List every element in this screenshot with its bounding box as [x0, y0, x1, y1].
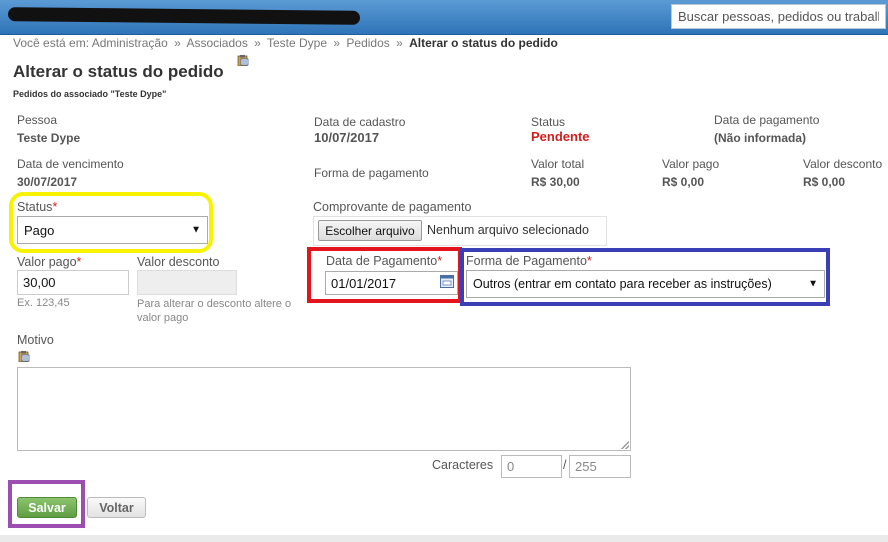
top-header-bar — [0, 0, 888, 35]
breadcrumb-link-pedidos[interactable]: Pedidos — [346, 36, 389, 50]
breadcrumb: Você está em: Administração » Associados… — [13, 36, 558, 50]
breadcrumb-separator: » — [174, 36, 181, 50]
resize-handle[interactable] — [621, 441, 629, 449]
page-subtitle: Pedidos do associado "Teste Dype" — [13, 89, 167, 99]
status-label: Status — [531, 115, 566, 129]
valor-total-value: R$ 30,00 — [531, 175, 580, 189]
data-pagamento-info-value: (Não informada) — [714, 131, 807, 145]
valor-desconto-field-label: Valor desconto — [137, 255, 220, 269]
data-vencimento-value: 30/07/2017 — [17, 175, 78, 189]
calendar-icon[interactable] — [440, 275, 454, 288]
required-mark: * — [586, 254, 592, 268]
data-cadastro-label: Data de cadastro — [314, 115, 406, 129]
breadcrumb-link-teste-dype[interactable]: Teste Dype — [267, 36, 327, 50]
pessoa-label: Pessoa — [17, 113, 58, 127]
data-pagamento-field-label-text: Data de Pagamento — [326, 254, 438, 268]
breadcrumb-separator: » — [396, 36, 403, 50]
comprovante-label: Comprovante de pagamento — [313, 200, 472, 214]
data-cadastro-value: 10/07/2017 — [314, 130, 380, 145]
forma-pagamento-info-label: Forma de pagamento — [314, 166, 429, 180]
chevron-down-icon: ▼ — [191, 224, 201, 236]
save-button[interactable]: Salvar — [17, 497, 77, 518]
breadcrumb-link-administracao[interactable]: Administração — [92, 36, 168, 50]
status-select-value: Pago — [24, 222, 55, 238]
forma-pagamento-select[interactable]: Outros (entrar em contato para receber a… — [466, 270, 825, 298]
valor-pago-hint: Ex. 123,45 — [17, 297, 70, 309]
breadcrumb-prefix: Você está em: — [13, 36, 90, 50]
status-field-label-text: Status — [17, 200, 53, 214]
valor-total-label: Valor total — [531, 157, 585, 171]
valor-pago-input[interactable]: 30,00 — [17, 270, 129, 295]
breadcrumb-separator: » — [254, 36, 261, 50]
pessoa-value: Teste Dype — [17, 131, 81, 145]
valor-desconto-info-label: Valor desconto — [803, 157, 883, 171]
forma-pagamento-select-value: Outros (entrar em contato para receber a… — [473, 277, 772, 291]
status-select[interactable]: Pago ▼ — [17, 216, 208, 244]
clipboard-icon[interactable] — [237, 54, 249, 66]
data-pagamento-input[interactable]: 01/01/2017 — [325, 271, 458, 295]
data-vencimento-label: Data de vencimento — [17, 157, 124, 171]
valor-pago-info-value: R$ 0,00 — [662, 175, 705, 189]
file-status-text: Nenhum arquivo selecionado — [427, 223, 589, 237]
page-title: Alterar o status do pedido — [13, 62, 224, 81]
status-field-label: Status* — [17, 200, 57, 214]
breadcrumb-link-associados[interactable]: Associados — [186, 36, 247, 50]
required-mark: * — [76, 255, 82, 269]
redacted-site-title — [7, 7, 361, 25]
valor-desconto-hint: Para alterar o desconto altere o valor p… — [137, 298, 292, 324]
data-pagamento-field-label: Data de Pagamento* — [326, 254, 442, 268]
caracteres-max-input: 255 — [569, 455, 631, 478]
chevron-down-icon: ▼ — [808, 278, 818, 290]
forma-pagamento-field-label-text: Forma de Pagamento — [466, 254, 587, 268]
valor-pago-field-label: Valor pago* — [17, 255, 81, 269]
motivo-textarea[interactable] — [17, 367, 631, 451]
breadcrumb-separator: » — [333, 36, 341, 50]
caracteres-separator: / — [563, 458, 567, 472]
clipboard-icon[interactable] — [18, 350, 30, 362]
valor-desconto-input — [137, 270, 237, 295]
valor-pago-info-label: Valor pago — [662, 157, 720, 171]
data-pagamento-value: 01/01/2017 — [331, 275, 397, 291]
back-button[interactable]: Voltar — [87, 497, 146, 518]
caracteres-label: Caracteres — [432, 458, 494, 472]
required-mark: * — [52, 200, 58, 214]
data-pagamento-info-label: Data de pagamento — [714, 113, 820, 127]
forma-pagamento-field-label: Forma de Pagamento* — [466, 254, 592, 268]
required-mark: * — [437, 254, 443, 268]
bottom-strip — [0, 535, 888, 542]
valor-desconto-info-value: R$ 0,00 — [803, 175, 846, 189]
status-badge: Pendente — [531, 129, 590, 144]
choose-file-button[interactable]: Escolher arquivo — [318, 220, 422, 241]
caracteres-count-input: 0 — [501, 455, 562, 478]
search-input[interactable] — [671, 4, 886, 29]
valor-pago-field-label-text: Valor pago — [17, 255, 77, 269]
breadcrumb-current: Alterar o status do pedido — [409, 36, 558, 50]
motivo-label: Motivo — [17, 333, 54, 347]
